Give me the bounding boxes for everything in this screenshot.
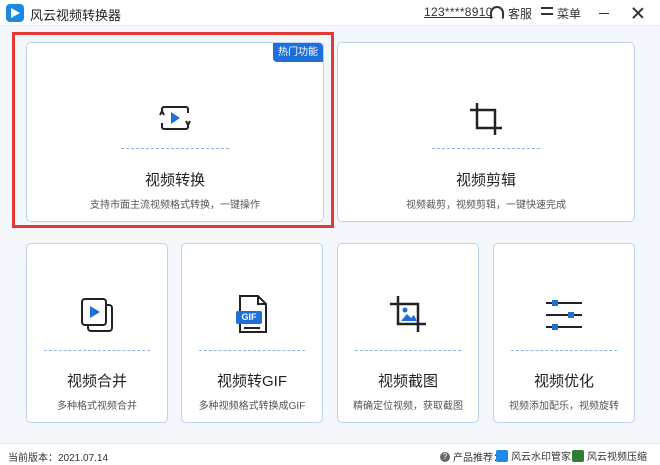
product-recommend: ? 产品推荐：	[440, 449, 503, 464]
app-logo-icon	[6, 4, 24, 22]
sliders-icon	[546, 300, 582, 330]
card-title: 视频合并	[66, 373, 127, 390]
minimize-button[interactable]	[590, 0, 618, 26]
card-desc: 多种格式视频合并	[57, 401, 137, 412]
product-name: 风云视频压缩	[587, 452, 647, 463]
card-desc: 精确定位视频，获取截图	[353, 401, 463, 412]
title-bar: 风云视频转换器 123****8910 客服 菜单	[0, 0, 660, 26]
merge-icon	[81, 298, 113, 332]
menu-button[interactable]: 菜单	[541, 4, 581, 22]
card-desc: 视频裁剪，视频剪辑，一键快速完成	[406, 200, 566, 211]
close-icon	[632, 7, 644, 19]
headset-icon	[490, 6, 504, 20]
card-desc: 视频添加配乐，视频旋转	[509, 401, 619, 412]
gif-icon-label: GIF	[241, 312, 257, 322]
card-divider	[432, 148, 540, 149]
card-title: 视频截图	[377, 373, 438, 390]
card-divider	[199, 350, 305, 351]
card-divider	[44, 350, 150, 351]
card-title: 视频转GIF	[217, 373, 287, 390]
selection-highlight	[12, 32, 334, 228]
product-link-watermark[interactable]: 风云水印管家	[496, 448, 571, 463]
compress-app-icon	[572, 449, 584, 462]
card-title: 视频剪辑	[455, 172, 516, 189]
watermark-app-icon	[496, 449, 508, 462]
crop-icon	[470, 103, 502, 135]
app-title: 风云视频转换器	[30, 8, 122, 23]
status-bar: 当前版本：2021.07.14 ? 产品推荐： 风云水印管家 风云视频压缩	[0, 443, 660, 465]
screenshot-icon	[390, 296, 426, 332]
info-icon: ?	[440, 451, 450, 462]
account-link[interactable]: 123****8910	[424, 5, 493, 19]
card-video-optimize[interactable]: 视频优化 视频添加配乐，视频旋转	[493, 243, 635, 423]
card-title: 视频优化	[533, 373, 594, 390]
minimize-icon	[599, 12, 609, 14]
menu-icon	[541, 7, 553, 19]
service-label: 客服	[508, 6, 533, 21]
card-divider	[511, 350, 617, 351]
card-video-to-gif[interactable]: GIF 视频转GIF 多种视频格式转换成GIF	[181, 243, 323, 423]
product-link-compress[interactable]: 风云视频压缩	[572, 448, 647, 463]
version-label: 当前版本：2021.07.14	[8, 453, 109, 464]
card-video-screenshot[interactable]: 视频截图 精确定位视频，获取截图	[337, 243, 479, 423]
card-desc: 多种视频格式转换成GIF	[198, 401, 306, 412]
close-button[interactable]	[624, 0, 652, 26]
card-divider	[355, 350, 461, 351]
card-video-merge[interactable]: 视频合并 多种格式视频合并	[26, 243, 168, 423]
card-video-edit[interactable]: 视频剪辑 视频裁剪，视频剪辑，一键快速完成	[337, 42, 635, 222]
product-name: 风云水印管家	[511, 452, 571, 463]
menu-label: 菜单	[557, 6, 582, 21]
service-button[interactable]: 客服	[490, 4, 532, 22]
